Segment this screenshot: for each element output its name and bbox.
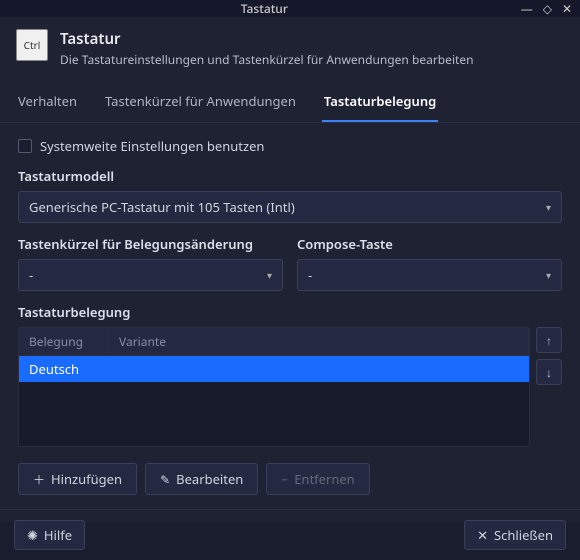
layout-order-buttons: ↑ ↓ xyxy=(536,327,562,447)
tab-tastenkuerzel[interactable]: Tastenkürzel für Anwendungen xyxy=(103,82,298,122)
close-label: Schließen xyxy=(494,526,553,544)
page-subtitle: Die Tastatureinstellungen und Tastenkürz… xyxy=(60,51,474,68)
edit-label: Bearbeiten xyxy=(176,470,243,488)
compose-dropdown[interactable]: - ▾ xyxy=(297,259,562,291)
close-x-icon: ✕ xyxy=(477,526,488,544)
move-down-button[interactable]: ↓ xyxy=(536,359,562,385)
add-label: Hinzufügen xyxy=(51,470,122,488)
help-icon: ✺ xyxy=(27,526,38,544)
plus-icon: ＋ xyxy=(33,471,45,488)
minus-icon: − xyxy=(281,471,288,488)
chevron-down-icon: ▾ xyxy=(267,268,272,282)
content: Systemweite Einstellungen benutzen Tasta… xyxy=(0,123,580,509)
chevron-down-icon: ▾ xyxy=(546,200,551,214)
compose-section: Compose-Taste - ▾ xyxy=(297,235,562,291)
checkbox-label: Systemweite Einstellungen benutzen xyxy=(40,137,264,155)
maximize-icon[interactable]: ◇ xyxy=(543,0,552,17)
help-label: Hilfe xyxy=(44,526,72,544)
header: Ctrl Tastatur Die Tastatureinstellungen … xyxy=(0,17,580,76)
col-belegung[interactable]: Belegung xyxy=(19,328,109,355)
two-col: Tastenkürzel für Belegungsänderung - ▾ C… xyxy=(18,235,562,291)
model-section: Tastaturmodell Generische PC-Tastatur mi… xyxy=(18,167,562,223)
titlebar: Tastatur — ◇ ✕ xyxy=(0,0,580,17)
footer: ✺ Hilfe ✕ Schließen xyxy=(0,509,580,560)
compose-label: Compose-Taste xyxy=(297,235,562,253)
edit-button[interactable]: ✎ Bearbeiten xyxy=(145,463,258,495)
shortcut-dropdown[interactable]: - ▾ xyxy=(18,259,283,291)
tab-verhalten[interactable]: Verhalten xyxy=(16,82,79,122)
shortcut-section: Tastenkürzel für Belegungsänderung - ▾ xyxy=(18,235,283,291)
arrow-down-icon: ↓ xyxy=(546,364,552,381)
checkbox-icon[interactable] xyxy=(18,139,32,153)
page-title: Tastatur xyxy=(60,29,474,49)
table-row[interactable]: Deutsch xyxy=(19,356,529,382)
window-title: Tastatur xyxy=(8,0,521,17)
help-button[interactable]: ✺ Hilfe xyxy=(14,520,85,550)
shortcut-label: Tastenkürzel für Belegungsänderung xyxy=(18,235,283,253)
remove-button[interactable]: − Entfernen xyxy=(266,463,369,495)
layout-area: Belegung Variante Deutsch ↑ ↓ xyxy=(18,327,562,447)
compose-value: - xyxy=(308,266,312,284)
header-text: Tastatur Die Tastatureinstellungen und T… xyxy=(60,29,474,68)
move-up-button[interactable]: ↑ xyxy=(536,327,562,353)
model-value: Generische PC-Tastatur mit 105 Tasten (I… xyxy=(29,198,295,216)
model-label: Tastaturmodell xyxy=(18,167,562,185)
chevron-down-icon: ▾ xyxy=(546,268,551,282)
table-header: Belegung Variante xyxy=(19,328,529,356)
action-buttons: ＋ Hinzufügen ✎ Bearbeiten − Entfernen xyxy=(18,463,562,495)
window-controls: — ◇ ✕ xyxy=(521,0,572,17)
arrow-up-icon: ↑ xyxy=(546,332,552,349)
minimize-icon[interactable]: — xyxy=(521,0,533,17)
close-button[interactable]: ✕ Schließen xyxy=(464,520,566,550)
col-variante[interactable]: Variante xyxy=(109,328,529,355)
tabs: Verhalten Tastenkürzel für Anwendungen T… xyxy=(0,82,580,123)
tab-tastaturbelegung[interactable]: Tastaturbelegung xyxy=(322,82,438,122)
row-belegung: Deutsch xyxy=(29,360,79,378)
close-icon[interactable]: ✕ xyxy=(562,0,572,17)
keyboard-icon: Ctrl xyxy=(16,29,48,61)
layout-table: Belegung Variante Deutsch xyxy=(18,327,530,447)
model-dropdown[interactable]: Generische PC-Tastatur mit 105 Tasten (I… xyxy=(18,191,562,223)
remove-label: Entfernen xyxy=(294,470,355,488)
pencil-icon: ✎ xyxy=(160,471,170,488)
add-button[interactable]: ＋ Hinzufügen xyxy=(18,463,137,495)
layout-label: Tastaturbelegung xyxy=(18,303,562,321)
shortcut-value: - xyxy=(29,266,33,284)
systemwide-checkbox-row[interactable]: Systemweite Einstellungen benutzen xyxy=(18,137,562,155)
window: Tastatur — ◇ ✕ Ctrl Tastatur Die Tastatu… xyxy=(0,0,580,522)
layout-section: Tastaturbelegung Belegung Variante Deuts… xyxy=(18,303,562,447)
